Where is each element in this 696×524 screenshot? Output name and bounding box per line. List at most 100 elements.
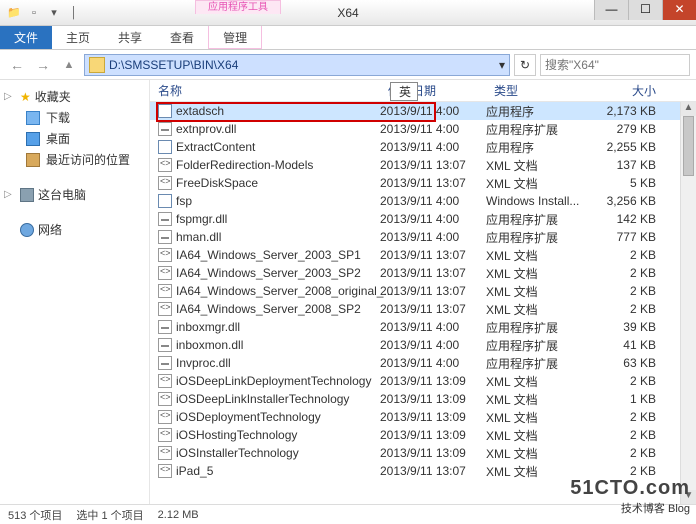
file-row[interactable]: Invproc.dll2013/9/11 4:00应用程序扩展63 KB (150, 354, 696, 372)
file-row[interactable]: hman.dll2013/9/11 4:00应用程序扩展777 KB (150, 228, 696, 246)
file-row[interactable]: FreeDiskSpace2013/9/11 13:07XML 文档5 KB (150, 174, 696, 192)
file-icon (158, 374, 172, 388)
file-name: IA64_Windows_Server_2008_SP2 (176, 302, 361, 316)
file-list[interactable]: extadsch2013/9/11 4:00应用程序2,173 KBextnpr… (150, 102, 696, 504)
col-size[interactable]: 大小 (596, 82, 666, 99)
file-type: XML 文档 (486, 373, 596, 390)
file-size: 2 KB (596, 302, 666, 316)
file-row[interactable]: IA64_Windows_Server_2008_SP22013/9/11 13… (150, 300, 696, 318)
file-size: 39 KB (596, 320, 666, 334)
file-row[interactable]: iOSHostingTechnology2013/9/11 13:09XML 文… (150, 426, 696, 444)
file-row[interactable]: extadsch2013/9/11 4:00应用程序2,173 KB (150, 102, 696, 120)
favorites-header[interactable]: ▷ ★ 收藏夹 (4, 86, 145, 107)
file-name: ExtractContent (176, 140, 255, 154)
file-row[interactable]: inboxmon.dll2013/9/11 4:00应用程序扩展41 KB (150, 336, 696, 354)
file-size: 2 KB (596, 428, 666, 442)
file-type: XML 文档 (486, 409, 596, 426)
forward-button[interactable]: → (32, 54, 54, 76)
minimize-button[interactable]: — (594, 0, 628, 20)
col-type[interactable]: 类型 (486, 82, 596, 99)
back-button[interactable]: ← (6, 54, 28, 76)
file-size: 41 KB (596, 338, 666, 352)
sidebar-item-desktop[interactable]: 桌面 (4, 128, 145, 149)
file-icon (158, 446, 172, 460)
file-row[interactable]: IA64_Windows_Server_2003_SP22013/9/11 13… (150, 264, 696, 282)
close-button[interactable]: ✕ (662, 0, 696, 20)
file-type: XML 文档 (486, 445, 596, 462)
file-name: fspmgr.dll (176, 212, 227, 226)
refresh-button[interactable]: ↻ (514, 54, 536, 76)
file-tab[interactable]: 文件 (0, 26, 52, 49)
thispc-header[interactable]: ▷ 这台电脑 (4, 184, 145, 205)
maximize-button[interactable]: ☐ (628, 0, 662, 20)
file-row[interactable]: iOSDeepLinkInstallerTechnology2013/9/11 … (150, 390, 696, 408)
file-icon (158, 338, 172, 352)
file-row[interactable]: iOSInstallerTechnology2013/9/11 13:09XML… (150, 444, 696, 462)
contextual-tab: 应用程序工具 (195, 0, 281, 26)
file-size: 2 KB (596, 374, 666, 388)
file-type: 应用程序扩展 (486, 337, 596, 354)
qat-item[interactable]: ▫ (26, 5, 42, 21)
scroll-up-icon[interactable]: ▲ (681, 102, 696, 116)
vertical-scrollbar[interactable]: ▲ ▼ (680, 102, 696, 504)
file-row[interactable]: ExtractContent2013/9/11 4:00应用程序2,255 KB (150, 138, 696, 156)
network-label: 网络 (38, 221, 62, 238)
file-row[interactable]: extnprov.dll2013/9/11 4:00应用程序扩展279 KB (150, 120, 696, 138)
address-dropdown-icon[interactable]: ▾ (499, 58, 505, 72)
file-size: 137 KB (596, 158, 666, 172)
titlebar: 📁 ▫ ▾ │ 应用程序工具 X64 — ☐ ✕ (0, 0, 696, 26)
file-icon (158, 356, 172, 370)
file-icon (158, 320, 172, 334)
sidebar-item-downloads[interactable]: 下载 (4, 107, 145, 128)
file-date: 2013/9/11 13:07 (380, 464, 486, 478)
selected-count: 选中 1 个项目 (76, 507, 143, 523)
col-name[interactable]: 名称 (150, 82, 380, 99)
qat-divider: │ (66, 5, 82, 21)
search-input[interactable] (540, 54, 690, 76)
address-bar[interactable]: D:\SMSSETUP\BIN\X64 ▾ (84, 54, 510, 76)
file-row[interactable]: inboxmgr.dll2013/9/11 4:00应用程序扩展39 KB (150, 318, 696, 336)
file-size: 2 KB (596, 266, 666, 280)
item-count: 513 个项目 (8, 507, 62, 523)
tab-share[interactable]: 共享 (104, 26, 156, 49)
file-type: 应用程序扩展 (486, 121, 596, 138)
file-icon (158, 194, 172, 208)
file-row[interactable]: IA64_Windows_Server_2008_original_...201… (150, 282, 696, 300)
scroll-thumb[interactable] (683, 116, 694, 176)
file-type: 应用程序扩展 (486, 355, 596, 372)
file-icon (158, 176, 172, 190)
network-header[interactable]: 网络 (4, 219, 145, 240)
file-name: extadsch (176, 104, 224, 118)
file-row[interactable]: fsp2013/9/11 4:00Windows Install...3,256… (150, 192, 696, 210)
tab-home[interactable]: 主页 (52, 26, 104, 49)
download-icon (26, 111, 40, 125)
sidebar-item-recent[interactable]: 最近访问的位置 (4, 149, 145, 170)
star-icon: ★ (20, 90, 31, 104)
file-date: 2013/9/11 13:07 (380, 158, 486, 172)
file-date: 2013/9/11 13:07 (380, 248, 486, 262)
file-row[interactable]: iOSDeepLinkDeploymentTechnology2013/9/11… (150, 372, 696, 390)
ribbon-tabs: 文件 主页 共享 查看 管理 (0, 26, 696, 50)
file-size: 2 KB (596, 464, 666, 478)
file-name: Invproc.dll (176, 356, 231, 370)
nav-row: ← → ▲ D:\SMSSETUP\BIN\X64 ▾ ↻ (0, 50, 696, 80)
file-icon (158, 410, 172, 424)
file-row[interactable]: IA64_Windows_Server_2003_SP12013/9/11 13… (150, 246, 696, 264)
file-row[interactable]: FolderRedirection-Models2013/9/11 13:07X… (150, 156, 696, 174)
file-date: 2013/9/11 4:00 (380, 140, 486, 154)
file-date: 2013/9/11 4:00 (380, 338, 486, 352)
up-button[interactable]: ▲ (58, 54, 80, 76)
thispc-label: 这台电脑 (38, 186, 86, 203)
qat-item[interactable]: ▾ (46, 5, 62, 21)
file-icon (158, 140, 172, 154)
caret-icon (4, 224, 16, 235)
file-size: 2,255 KB (596, 140, 666, 154)
file-row[interactable]: iOSDeploymentTechnology2013/9/11 13:09XM… (150, 408, 696, 426)
file-size: 2 KB (596, 446, 666, 460)
file-date: 2013/9/11 13:09 (380, 410, 486, 424)
file-size: 777 KB (596, 230, 666, 244)
file-type: XML 文档 (486, 157, 596, 174)
tab-view[interactable]: 查看 (156, 26, 208, 49)
tab-manage[interactable]: 管理 (208, 26, 262, 49)
file-row[interactable]: fspmgr.dll2013/9/11 4:00应用程序扩展142 KB (150, 210, 696, 228)
